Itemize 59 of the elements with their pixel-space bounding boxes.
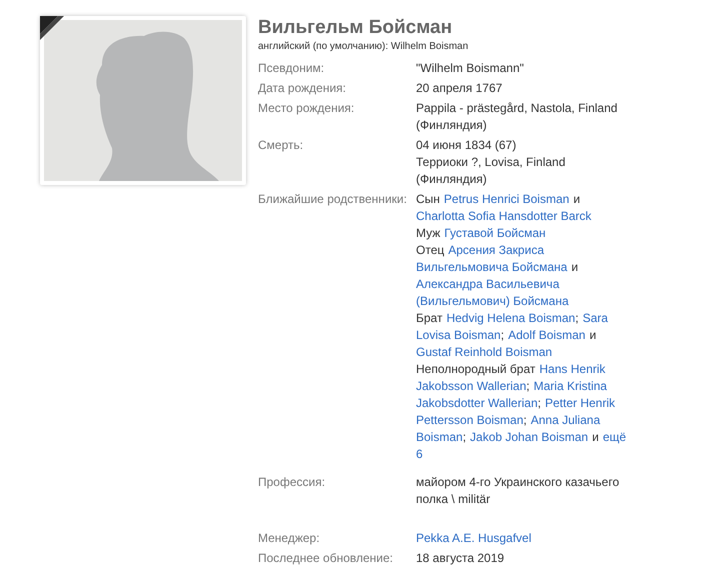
alternate-name: английский (по умолчанию): Wilhelm Boisman	[258, 40, 470, 53]
field-value: Pappila - prästegård, Nastola, Finland	[416, 100, 618, 117]
relative-link[interactable]: Lovisa Boisman	[416, 327, 501, 344]
relation-text: ;	[575, 310, 579, 327]
relative-link[interactable]: Charlotta Sofia Hansdotter Barck	[416, 208, 592, 225]
relative-link[interactable]: Adolf Boisman	[508, 327, 586, 344]
relation-text: Муж	[416, 225, 440, 242]
relative-link[interactable]: Maria Kristina	[534, 378, 607, 395]
manager-link[interactable]: Pekka A.E. Husgafvel	[416, 530, 532, 547]
relative-link[interactable]: Jakobsson Wallerian	[416, 378, 526, 395]
relative-link[interactable]: Густавой Бойсман	[444, 225, 546, 242]
field-value: 20 апреля 1767	[416, 80, 504, 97]
relative-link[interactable]: Petrus Henrici Boisman	[444, 191, 570, 208]
field-value: полка \ militär	[416, 491, 492, 508]
field-value: Терриоки ?, Lovisa, Finland	[416, 154, 566, 171]
relative-link[interactable]: Boisman	[416, 429, 463, 446]
relative-link[interactable]: Jakobsdotter Wallerian	[416, 395, 538, 412]
relation-text: и	[571, 259, 578, 276]
relation-text: Сын	[416, 191, 440, 208]
field-label: Ближайшие родственники:	[258, 191, 408, 208]
field-label: Смерть:	[258, 137, 304, 154]
relative-link[interactable]: Jakob Johan Boisman	[470, 429, 588, 446]
relative-link[interactable]: Арсения Закриса	[448, 242, 544, 259]
relative-link[interactable]: Hedvig Helena Boisman	[446, 310, 576, 327]
field-value: майором 4-го Украинского казачьего	[416, 474, 620, 491]
relative-link[interactable]: Вильгельмовича Бойсмана	[416, 259, 568, 276]
relation-text: Неполнородный брат	[416, 361, 536, 378]
relative-link[interactable]: 6	[416, 446, 423, 463]
field-value: 04 июня 1834 (67)	[416, 137, 518, 154]
relative-link[interactable]: Sara	[582, 310, 608, 327]
field-value: (Финляндия)	[416, 117, 488, 134]
field-label: Место рождения:	[258, 100, 356, 117]
relative-link[interactable]: Pettersson Boisman	[416, 412, 524, 429]
field-value: 18 августа 2019	[416, 550, 504, 567]
field-label: Дата рождения:	[258, 80, 347, 97]
relation-text: ;	[462, 429, 466, 446]
relative-link[interactable]: Александра Васильевича	[416, 276, 560, 293]
relative-link[interactable]: Gustaf Reinhold Boisman	[416, 344, 552, 361]
field-value: (Финляндия)	[416, 171, 488, 188]
relation-text: ;	[538, 395, 541, 412]
relation-text: Брат	[416, 310, 442, 327]
field-label: Псевдоним:	[258, 60, 326, 77]
person-name: Вильгельм Бойсман	[258, 16, 454, 40]
relation-text: ;	[526, 378, 530, 395]
field-label: Менеджер:	[258, 530, 321, 547]
relation-text: и	[573, 191, 580, 208]
relation-text: ;	[523, 412, 527, 429]
relative-link[interactable]: Hans Henrik	[539, 361, 606, 378]
relative-link[interactable]: ещё	[602, 429, 626, 446]
relative-link[interactable]: Anna Juliana	[530, 412, 600, 429]
relation-text: и	[592, 429, 599, 446]
relative-link[interactable]: (Вильгельмович) Бойсмана	[416, 293, 569, 310]
relation-text: ;	[500, 327, 504, 344]
relation-text: Отец	[416, 242, 444, 259]
relative-link[interactable]: Petter Henrik	[544, 395, 615, 412]
field-label: Профессия:	[258, 474, 326, 491]
field-label: Последнее обновление:	[258, 550, 394, 567]
relation-text: и	[589, 327, 596, 344]
field-value: "Wilhelm Boismann"	[416, 60, 525, 77]
